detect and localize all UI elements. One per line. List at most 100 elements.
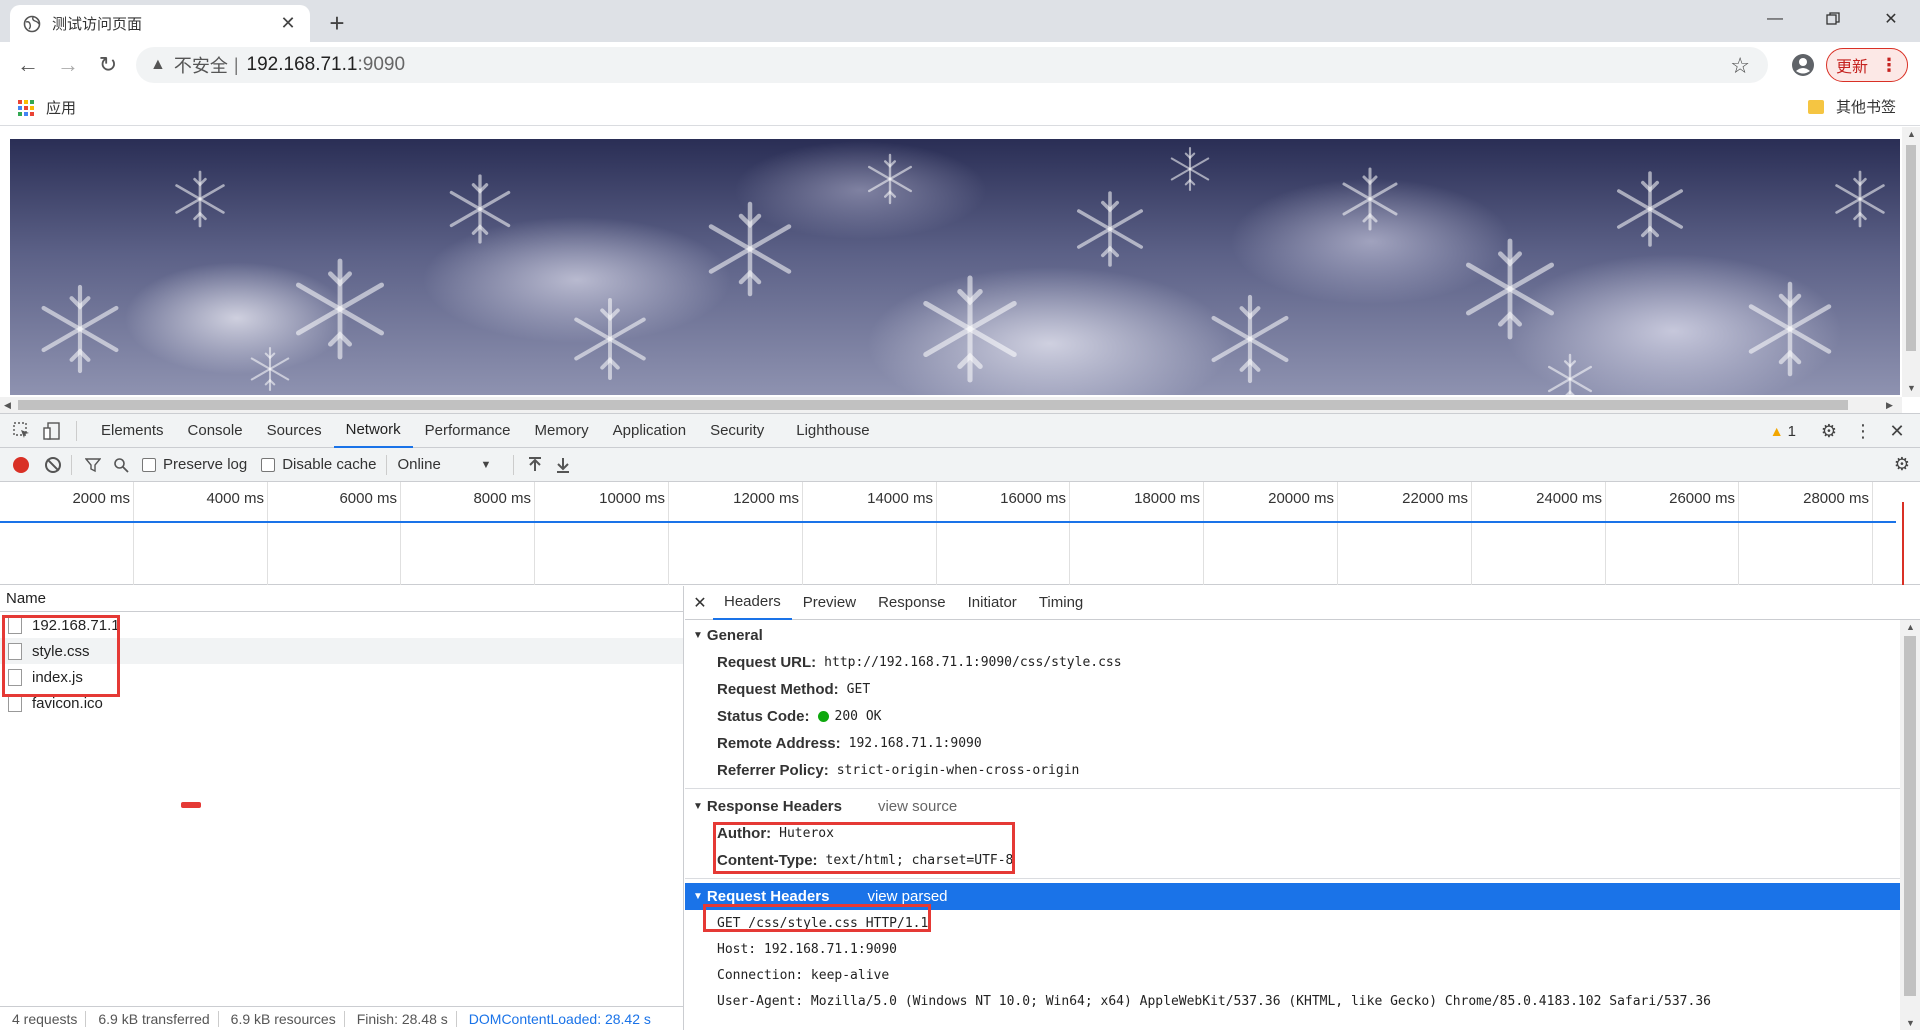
requests-table: Name 192.168.71.1 style.css index.js fav… (0, 586, 684, 1030)
tab-lighthouse[interactable]: Lighthouse (784, 414, 881, 448)
expand-triangle-icon: ▼ (693, 630, 703, 641)
bookmarks-bar: 应用 其他书签 (0, 88, 1920, 126)
inspect-element-icon[interactable] (8, 417, 36, 445)
export-har-icon[interactable] (552, 454, 574, 476)
devtools-actions: ▲ 1 ⚙ ⋮ ✕ (1770, 414, 1920, 448)
restore-button[interactable] (1810, 4, 1856, 34)
tab-console[interactable]: Console (176, 414, 255, 448)
scroll-left-icon[interactable]: ◀ (4, 400, 11, 411)
disable-cache-checkbox[interactable]: Disable cache (261, 456, 376, 473)
close-devtools-icon[interactable]: ✕ (1882, 416, 1912, 446)
close-details-icon[interactable]: ✕ (687, 593, 713, 613)
tab-network[interactable]: Network (333, 414, 413, 448)
close-window-button[interactable]: ✕ (1868, 4, 1914, 34)
load-marker (1902, 502, 1904, 585)
other-bookmarks[interactable]: 其他书签 (1807, 96, 1896, 117)
devtools-panel: Elements Console Sources Network Perform… (0, 413, 1920, 1030)
apps-label: 应用 (46, 100, 77, 117)
minimize-button[interactable]: — (1752, 4, 1798, 34)
divider (386, 454, 388, 475)
scroll-up-icon[interactable]: ▲ (1907, 129, 1916, 139)
search-icon[interactable] (110, 454, 132, 476)
scroll-down-icon[interactable]: ▼ (1907, 383, 1916, 393)
apps-grid-icon (18, 99, 34, 116)
page-vertical-scrollbar[interactable]: ▲ ▼ (1902, 127, 1920, 397)
tab-memory[interactable]: Memory (523, 414, 601, 448)
transferred-size: 6.9 kB transferred (86, 1011, 219, 1027)
tab-timing[interactable]: Timing (1028, 586, 1094, 620)
status-ok-dot-icon (817, 711, 829, 722)
close-tab-icon[interactable]: ✕ (278, 13, 298, 34)
annotation-highlight-box (713, 822, 1015, 874)
url-text[interactable]: 192.168.71.1:9090 (247, 54, 406, 76)
profile-avatar-icon[interactable] (1788, 50, 1818, 80)
checkbox[interactable] (142, 457, 156, 472)
record-icon[interactable] (13, 456, 29, 473)
device-toolbar-icon[interactable] (38, 417, 66, 445)
network-timeline-overview[interactable]: 2000 ms 4000 ms 6000 ms 8000 ms 10000 ms 1200… (0, 482, 1920, 585)
scroll-thumb[interactable] (1904, 636, 1916, 996)
update-button[interactable]: 更新 ⋮ (1826, 48, 1908, 82)
scroll-up-icon[interactable]: ▲ (1906, 622, 1915, 632)
clear-icon[interactable] (45, 456, 61, 473)
request-count: 4 requests (0, 1011, 87, 1027)
network-status-bar: 4 requests 6.9 kB transferred 6.9 kB res… (0, 1006, 683, 1030)
scroll-right-icon[interactable]: ▶ (1886, 400, 1893, 411)
section-general[interactable]: ▼ General (685, 622, 1900, 649)
forward-button[interactable]: → (52, 49, 84, 81)
tab-response[interactable]: Response (867, 586, 957, 620)
scroll-down-icon[interactable]: ▼ (1906, 1018, 1915, 1028)
view-parsed-link[interactable]: view parsed (867, 888, 947, 905)
tab-sources[interactable]: Sources (255, 414, 334, 448)
raw-header-line: Host: 192.168.71.1:9090 (717, 941, 898, 957)
globe-icon (22, 14, 42, 34)
reload-button[interactable]: ↻ (92, 49, 124, 81)
apps-shortcut[interactable]: 应用 (18, 97, 76, 118)
column-header-name[interactable]: Name (0, 586, 683, 612)
referrer-policy-row: Referrer Policy: strict-origin-when-cross… (717, 762, 1080, 779)
network-settings-gear-icon[interactable]: ⚙ (1894, 454, 1910, 475)
back-button[interactable]: ← (12, 49, 44, 81)
more-options-icon[interactable]: ⋮ (1848, 416, 1878, 446)
divider (76, 420, 77, 441)
details-vertical-scrollbar[interactable]: ▲ ▼ (1900, 620, 1920, 1030)
tab-strip: 测试访问页面 ✕ + — ✕ (0, 0, 1920, 42)
snowflake-banner (10, 139, 1900, 395)
throttling-select[interactable]: Online ▼ (397, 456, 491, 473)
checkbox[interactable] (261, 457, 276, 472)
folder-icon (1807, 99, 1824, 114)
request-url-row: Request URL: http://192.168.71.1:9090/css… (717, 654, 1122, 671)
warnings-badge[interactable]: ▲ 1 (1770, 423, 1796, 440)
remote-address-row: Remote Address: 192.168.71.1:9090 (717, 735, 982, 752)
devtools-tabbar: Elements Console Sources Network Perform… (0, 414, 1920, 448)
import-har-icon[interactable] (524, 454, 546, 476)
security-label[interactable]: 不安全 (174, 52, 228, 78)
settings-gear-icon[interactable]: ⚙ (1814, 416, 1844, 446)
headers-content: ▼ General Request URL: http://192.168.71.… (685, 620, 1900, 1030)
file-icon (8, 694, 22, 712)
scroll-thumb[interactable] (1906, 145, 1916, 351)
browser-toolbar: ← → ↻ ▲ 不安全 | 192.168.71.1:9090 ☆ 更新 ⋮ (0, 42, 1920, 88)
browser-tab[interactable]: 测试访问页面 ✕ (10, 5, 310, 42)
page-horizontal-scrollbar[interactable]: ◀ ▶ (0, 397, 1902, 413)
section-response-headers[interactable]: ▼ Response Headers view source (685, 793, 1900, 820)
resources-size: 6.9 kB resources (219, 1011, 345, 1027)
new-tab-button[interactable]: + (322, 8, 352, 38)
page-viewport: ▲ ▼ ◀ ▶ (0, 127, 1920, 413)
tab-initiator[interactable]: Initiator (957, 586, 1028, 620)
scroll-thumb[interactable] (18, 400, 1848, 410)
tab-preview[interactable]: Preview (792, 586, 867, 620)
more-menu-icon[interactable]: ⋮ (1880, 55, 1898, 76)
tab-elements[interactable]: Elements (89, 414, 176, 448)
tab-security[interactable]: Security (698, 414, 776, 448)
preserve-log-checkbox[interactable]: Preserve log (142, 456, 247, 473)
warning-icon[interactable]: ▲ (150, 56, 166, 74)
bookmark-star-icon[interactable]: ☆ (1730, 53, 1750, 79)
timeline-tick-label: 28000 ms (1803, 490, 1869, 507)
tab-headers[interactable]: Headers (713, 586, 792, 620)
view-source-link[interactable]: view source (878, 798, 957, 815)
filter-icon[interactable] (82, 454, 104, 476)
tab-application[interactable]: Application (601, 414, 698, 448)
tab-performance[interactable]: Performance (413, 414, 523, 448)
address-bar[interactable]: ▲ 不安全 | 192.168.71.1:9090 ☆ (136, 47, 1768, 83)
